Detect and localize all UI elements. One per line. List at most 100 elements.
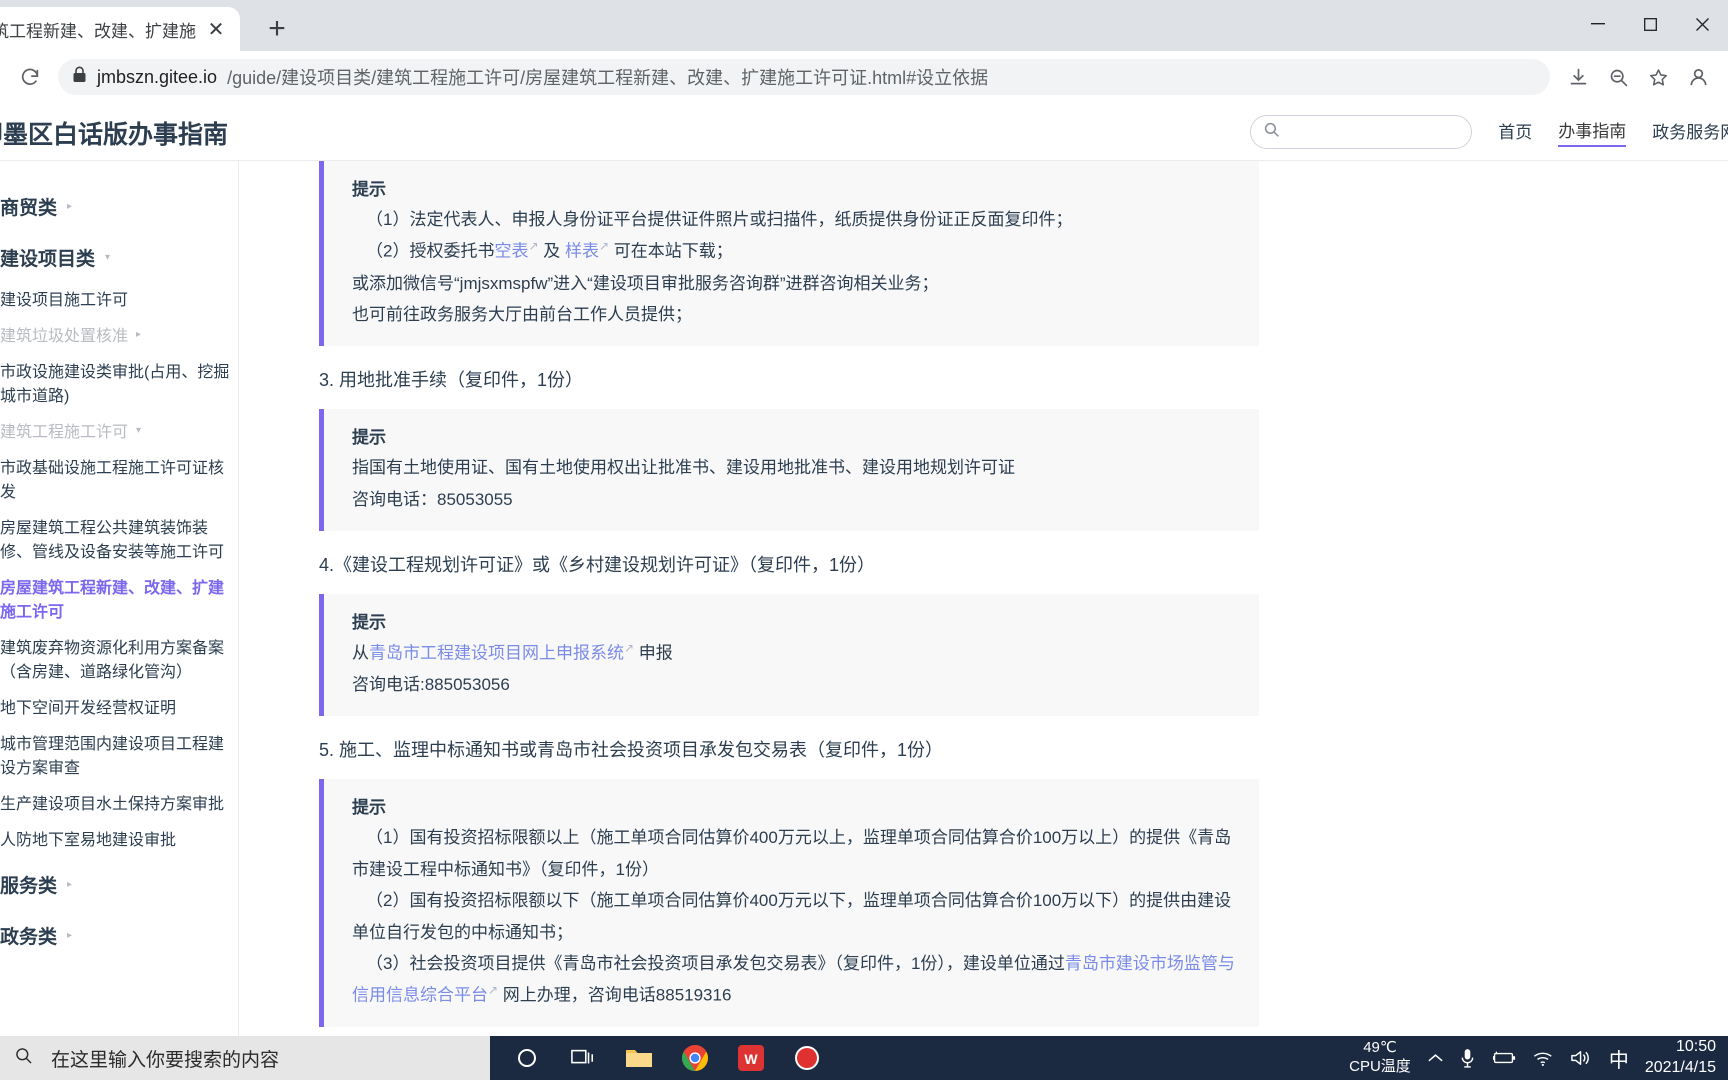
sidebar-item-label: 生产建设项目水土保持方案审批 <box>0 796 225 813</box>
zoom-icon[interactable] <box>1598 57 1638 97</box>
tip-title: 提示 <box>352 180 386 199</box>
search-input[interactable] <box>1250 115 1473 149</box>
tip-text: 也可前往政务服务大厅由前台工作人员提供； <box>352 304 692 324</box>
close-icon[interactable]: ✕ <box>202 15 230 43</box>
battery-charging-icon[interactable] <box>1491 1050 1516 1066</box>
ime-indicator[interactable]: 中 <box>1609 1044 1629 1073</box>
sidebar-group-construction[interactable]: 建设项目类 ▾ <box>0 232 238 283</box>
chevron-right-icon: ▸ <box>136 329 142 340</box>
maximize-icon[interactable] <box>1624 0 1676 48</box>
clock-widget[interactable]: 10:50 2021/4/15 <box>1645 1037 1716 1079</box>
page-body: 商贸类 ▸ 建设项目类 ▾ 建设项目施工许可 建筑垃圾处置核准 ▸ 市政设施建设类… <box>0 161 1728 1036</box>
tip-callout: 提示 （1）法定代表人、申报人身份证平台提供证件照片或扫描件，纸质提供身份证正反面… <box>319 161 1259 347</box>
tip-title: 提示 <box>352 798 386 818</box>
sidebar-group-government[interactable]: 政务类 ▸ <box>0 910 238 961</box>
tip-link[interactable]: 空表 <box>494 242 528 261</box>
sidebar-item-label: 建筑垃圾处置核准 <box>0 328 129 345</box>
tip-text: （1）国有投资招标限额以上（施工单项合同估算价400万元以上，监理单项合同估算合… <box>352 828 1232 879</box>
tip-text: （2）国有投资招标限额以下（施工单项合同估算价400万元以下，监理单项合同估算合… <box>352 891 1232 942</box>
site-nav-links: 首页 办事指南 政务服务网站链接 ▾ Sou <box>1250 103 1728 161</box>
nav-link-guide[interactable]: 办事指南 <box>1558 117 1627 147</box>
download-icon[interactable] <box>1558 57 1598 97</box>
cortana-icon[interactable] <box>500 1036 554 1080</box>
star-icon[interactable] <box>1638 57 1678 97</box>
lock-icon <box>72 66 87 88</box>
sidebar-item[interactable]: 城市管理范围内建设项目工程建设方案审查 <box>0 727 238 787</box>
tip-text: 咨询电话：85053055 <box>352 489 513 509</box>
sidebar-item[interactable]: 市政基础设施工程施工许可证核发 <box>0 451 238 511</box>
requirement-item: 5. 施工、监理中标通知书或青岛市社会投资项目承发包交易表（复印件，1份） <box>319 740 944 761</box>
task-view-icon[interactable] <box>556 1036 610 1080</box>
requirement-item: 4.《建设工程规划许可证》或《乡村建设规划许可证》（复印件，1份） <box>319 555 876 576</box>
sidebar-group-service[interactable]: 服务类 ▸ <box>0 859 238 910</box>
volume-icon[interactable] <box>1570 1049 1593 1067</box>
chevron-right-icon: ▸ <box>67 201 73 212</box>
tip-text: 咨询电话:885053056 <box>352 674 510 694</box>
recorder-icon[interactable] <box>780 1036 834 1080</box>
chevron-right-icon: ▸ <box>67 930 73 941</box>
browser-tab[interactable]: 屋建筑工程新建、改建、扩建施 ✕ <box>0 7 240 51</box>
taskbar-apps: W <box>490 1036 834 1080</box>
sidebar-item[interactable]: 房屋建筑工程公共建筑装饰装修、管线及设备安装等施工许可 <box>0 511 238 571</box>
system-tray: 49℃ CPU温度 中 10:50 2021/4/15 <box>1349 1037 1728 1079</box>
sidebar-item[interactable]: 地下空间开发经营权证明 <box>0 691 238 727</box>
sidebar-item-label: 建筑废弃物资源化利用方案备案（含房建、道路绿化管沟） <box>0 640 225 681</box>
requirement-item: 3. 用地批准手续（复印件，1份） <box>319 370 584 391</box>
search-icon <box>14 1046 33 1071</box>
tip-callout: 提示 从青岛市工程建设项目网上申报系统↗ 申报 咨询电话:885053056 <box>319 593 1259 717</box>
sidebar-item[interactable]: 建筑工程施工许可 ▾ <box>0 415 238 451</box>
tip-text: 或添加微信号“jmjsxmspfw”进入“建设项目审批服务咨询群”进群咨询相关业… <box>352 273 939 293</box>
sidebar-item[interactable]: 生产建设项目水土保持方案审批 <box>0 787 238 823</box>
main-content: 提示 （1）法定代表人、申报人身份证平台提供证件照片或扫描件，纸质提供身份证正反面… <box>239 161 1728 1036</box>
tab-title: 屋建筑工程新建、改建、扩建施 <box>0 21 196 41</box>
show-hidden-icons-chevron-up-icon[interactable] <box>1427 1052 1444 1064</box>
tip-line: 也可前往政务服务大厅由前台工作人员提供； <box>352 299 1237 330</box>
wifi-icon[interactable] <box>1532 1050 1554 1067</box>
tip-text: 网上办理，咨询电话88519316 <box>498 986 732 1006</box>
site-title: 即墨区白话版办事指南 <box>0 121 229 149</box>
tip-link[interactable]: 青岛市工程建设项目网上申报系统 <box>369 644 624 663</box>
svg-text:W: W <box>744 1051 758 1067</box>
sidebar-item-active[interactable]: 房屋建筑工程新建、改建、扩建施工许可 <box>0 571 238 631</box>
external-link-icon: ↗ <box>624 640 635 655</box>
tip-text: （2）授权委托书 <box>366 242 495 262</box>
cpu-temp-label: CPU温度 <box>1349 1058 1411 1075</box>
external-link-icon: ↗ <box>528 239 539 254</box>
tip-text: 从 <box>352 643 369 663</box>
tip-line: 指国有土地使用证、国有土地使用权出让批准书、建设用地批准书、建设用地规划许可证 <box>352 452 1237 483</box>
browser-window: 屋建筑工程新建、改建、扩建施 ✕ + <box>0 0 1728 1036</box>
sidebar-item[interactable]: 建筑废弃物资源化利用方案备案（含房建、道路绿化管沟） <box>0 631 238 691</box>
search-icon <box>1263 121 1280 143</box>
new-tab-icon[interactable]: + <box>260 12 294 46</box>
microphone-icon[interactable] <box>1460 1048 1475 1069</box>
file-explorer-icon[interactable] <box>612 1036 666 1080</box>
tip-title: 提示 <box>352 612 386 632</box>
window-close-icon[interactable] <box>1676 0 1728 48</box>
chrome-icon[interactable] <box>668 1036 722 1080</box>
wps-icon[interactable]: W <box>724 1036 778 1080</box>
nav-link-gov-sites[interactable]: 政务服务网站链接 <box>1652 118 1728 146</box>
sidebar-item[interactable]: 建筑垃圾处置核准 ▸ <box>0 319 238 355</box>
reload-icon[interactable] <box>10 57 50 97</box>
sidebar-item-label: 市政设施建设类审批(占用、挖掘城市道路) <box>0 364 230 405</box>
tip-text: （3）社会投资项目提供《青岛市社会投资项目承发包交易表》（复印件，1份），建设单… <box>366 953 1065 973</box>
tip-text: 指国有土地使用证、国有土地使用权出让批准书、建设用地批准书、建设用地规划许可证 <box>352 458 1015 478</box>
address-bar[interactable]: jmbszn.gitee.io/guide/建设项目类/建筑工程施工许可/房屋建… <box>58 59 1550 95</box>
sidebar-group-trade[interactable]: 商贸类 ▸ <box>0 181 238 232</box>
minimize-icon[interactable] <box>1572 0 1624 48</box>
profile-icon[interactable] <box>1678 57 1718 97</box>
site-navbar: 即墨区白话版办事指南 首页 办事指南 政务服务网站链接 ▾ Sou <box>0 103 1728 161</box>
sidebar: 商贸类 ▸ 建设项目类 ▾ 建设项目施工许可 建筑垃圾处置核准 ▸ 市政设施建设类… <box>0 161 239 1036</box>
cpu-temperature-widget[interactable]: 49℃ CPU温度 <box>1349 1039 1411 1077</box>
url-path: /guide/建设项目类/建筑工程施工许可/房屋建筑工程新建、改建、扩建施工许可… <box>227 68 989 88</box>
chevron-right-icon: ▸ <box>67 879 73 890</box>
tip-link[interactable]: 样表 <box>565 242 599 261</box>
sidebar-item[interactable]: 人防地下室易地建设审批 <box>0 823 238 859</box>
taskbar-search-input[interactable]: 在这里输入你要搜索的内容 <box>0 1036 490 1080</box>
sidebar-item[interactable]: 建设项目施工许可 <box>0 283 238 319</box>
sidebar-item[interactable]: 市政设施建设类审批(占用、挖掘城市道路) <box>0 355 238 415</box>
clock-time: 10:50 <box>1675 1038 1716 1056</box>
sidebar-item-label: 房屋建筑工程公共建筑装饰装修、管线及设备安装等施工许可 <box>0 520 225 561</box>
tip-line: （1）法定代表人、申报人身份证平台提供证件照片或扫描件，纸质提供身份证正反面复印… <box>352 204 1237 235</box>
nav-link-home[interactable]: 首页 <box>1498 118 1532 146</box>
